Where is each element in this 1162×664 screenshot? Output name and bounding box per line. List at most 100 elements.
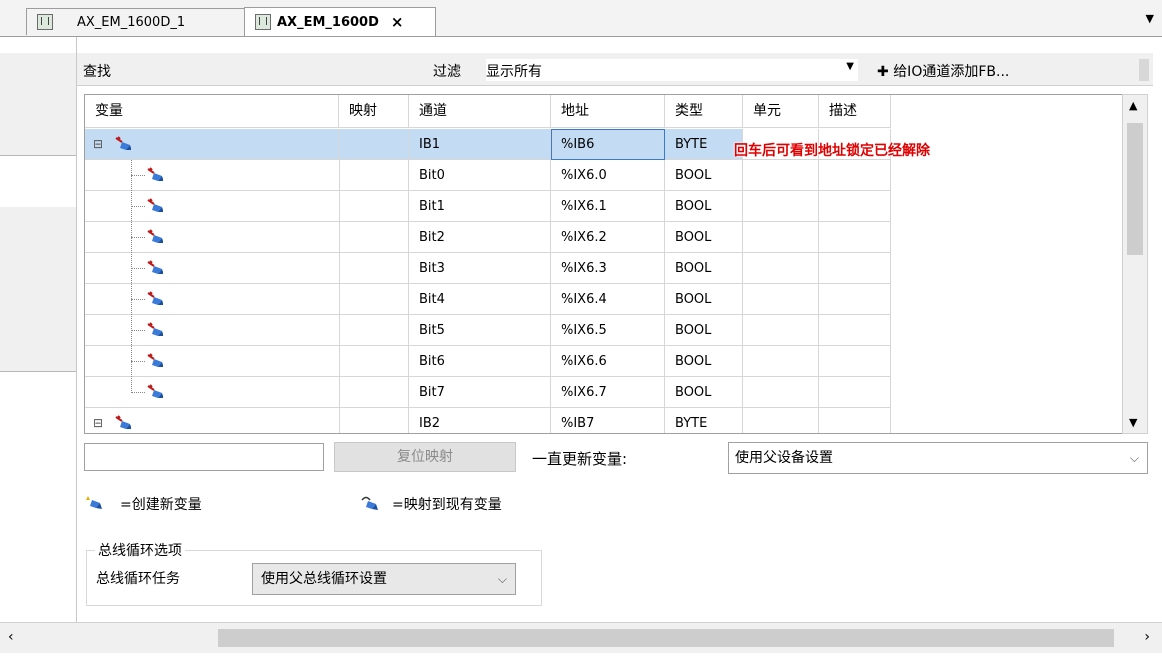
scrollbar-thumb[interactable]	[1127, 123, 1143, 255]
channel-cell[interactable]: Bit0	[409, 160, 551, 191]
variable-cell[interactable]	[85, 284, 339, 315]
col-header-address[interactable]: 地址	[551, 95, 665, 128]
description-cell[interactable]	[819, 408, 891, 433]
channel-cell[interactable]: IB2	[409, 408, 551, 433]
unit-cell[interactable]	[743, 346, 819, 377]
add-fb-button[interactable]: ✚ 给IO通道添加FB...	[877, 61, 1009, 81]
address-cell[interactable]: %IX6.7	[551, 377, 665, 408]
col-header-mapping[interactable]: 映射	[339, 95, 409, 128]
unit-cell[interactable]	[743, 377, 819, 408]
col-header-description[interactable]: 描述	[819, 95, 891, 128]
unit-cell[interactable]	[743, 408, 819, 433]
variable-cell[interactable]	[85, 191, 339, 222]
always-update-select[interactable]: 使用父设备设置 ⌵	[728, 442, 1148, 474]
unit-cell[interactable]	[743, 160, 819, 191]
table-row[interactable]: Bit4 %IX6.4 BOOL	[85, 284, 1123, 315]
mapping-cell[interactable]	[339, 315, 409, 346]
address-cell[interactable]: %IX6.4	[551, 284, 665, 315]
description-cell[interactable]	[819, 191, 891, 222]
unit-cell[interactable]	[743, 222, 819, 253]
scrollbar-thumb[interactable]	[218, 629, 1114, 647]
channel-cell[interactable]: Bit2	[409, 222, 551, 253]
variable-cell[interactable]	[85, 253, 339, 284]
type-cell[interactable]: BOOL	[665, 160, 743, 191]
horizontal-scrollbar[interactable]: ‹ ›	[0, 622, 1162, 653]
reset-mapping-button[interactable]: 复位映射	[334, 442, 516, 472]
address-cell[interactable]: %IB7	[551, 408, 665, 433]
description-cell[interactable]	[819, 160, 891, 191]
description-cell[interactable]	[819, 315, 891, 346]
mapping-cell[interactable]	[339, 191, 409, 222]
left-panel-tab[interactable]	[0, 263, 76, 312]
left-panel-tab[interactable]	[0, 311, 76, 372]
address-cell[interactable]: %IB6	[551, 129, 665, 160]
mapping-cell[interactable]	[339, 222, 409, 253]
close-icon[interactable]: ×	[391, 13, 404, 31]
address-cell[interactable]: %IX6.1	[551, 191, 665, 222]
channel-cell[interactable]: Bit6	[409, 346, 551, 377]
channel-cell[interactable]: IB1	[409, 129, 551, 160]
variable-cell[interactable]	[85, 222, 339, 253]
col-header-variable[interactable]: 变量	[85, 95, 339, 128]
description-cell[interactable]	[819, 222, 891, 253]
mapping-cell[interactable]	[339, 408, 409, 433]
type-cell[interactable]: BOOL	[665, 315, 743, 346]
col-header-type[interactable]: 类型	[665, 95, 743, 128]
mapping-cell[interactable]	[339, 253, 409, 284]
scroll-right-icon[interactable]: ›	[1144, 629, 1150, 645]
table-row[interactable]: Bit5 %IX6.5 BOOL	[85, 315, 1123, 346]
variable-cell[interactable]	[85, 160, 339, 191]
type-cell[interactable]: BYTE	[665, 129, 743, 160]
mapping-cell[interactable]	[339, 160, 409, 191]
description-cell[interactable]	[819, 346, 891, 377]
scroll-up-icon[interactable]: ▲	[1129, 99, 1137, 112]
variable-cell[interactable]: ⊟	[85, 129, 339, 160]
address-cell[interactable]: %IX6.5	[551, 315, 665, 346]
table-row[interactable]: Bit6 %IX6.6 BOOL	[85, 346, 1123, 377]
type-cell[interactable]: BOOL	[665, 346, 743, 377]
collapse-icon[interactable]: ⊟	[93, 408, 103, 433]
variable-cell[interactable]	[85, 377, 339, 408]
collapse-icon[interactable]: ⊟	[93, 129, 103, 160]
description-cell[interactable]	[819, 253, 891, 284]
scroll-down-icon[interactable]: ▼	[1129, 416, 1137, 429]
left-panel-tab[interactable]	[0, 97, 76, 156]
type-cell[interactable]: BOOL	[665, 222, 743, 253]
type-cell[interactable]: BOOL	[665, 284, 743, 315]
type-cell[interactable]: BOOL	[665, 253, 743, 284]
col-header-unit[interactable]: 单元	[743, 95, 819, 128]
channel-cell[interactable]: Bit4	[409, 284, 551, 315]
channel-cell[interactable]: Bit5	[409, 315, 551, 346]
search-label[interactable]: 查找	[83, 61, 111, 81]
toolbar-overflow-icon[interactable]	[1139, 59, 1149, 81]
channel-cell[interactable]: Bit3	[409, 253, 551, 284]
type-cell[interactable]: BOOL	[665, 191, 743, 222]
type-cell[interactable]: BOOL	[665, 377, 743, 408]
address-cell[interactable]: %IX6.6	[551, 346, 665, 377]
address-cell[interactable]: %IX6.0	[551, 160, 665, 191]
tab-ax-em-1600d-1[interactable]: AX_EM_1600D_1	[26, 8, 254, 35]
variable-cell[interactable]	[85, 346, 339, 377]
variable-cell[interactable]	[85, 315, 339, 346]
variable-cell[interactable]: ⊟	[85, 408, 339, 433]
address-cell[interactable]: %IX6.3	[551, 253, 665, 284]
tab-ax-em-1600d[interactable]: AX_EM_1600D ×	[244, 7, 436, 36]
col-header-channel[interactable]: 通道	[409, 95, 551, 128]
address-cell[interactable]: %IX6.2	[551, 222, 665, 253]
table-row[interactable]: Bit7 %IX6.7 BOOL	[85, 377, 1123, 408]
unit-cell[interactable]	[743, 191, 819, 222]
channel-cell[interactable]: Bit1	[409, 191, 551, 222]
table-row[interactable]: Bit0 %IX6.0 BOOL	[85, 160, 1123, 191]
left-panel-tab[interactable]	[0, 207, 76, 264]
tab-list-dropdown-icon[interactable]: ▼	[1146, 12, 1154, 25]
mapping-cell[interactable]	[339, 129, 409, 160]
mapping-cell[interactable]	[339, 284, 409, 315]
unit-cell[interactable]	[743, 284, 819, 315]
bus-cycle-task-select[interactable]: 使用父总线循环设置 ⌵	[252, 563, 516, 595]
filter-select[interactable]: 显示所有 ▼	[486, 59, 858, 81]
description-cell[interactable]	[819, 284, 891, 315]
type-cell[interactable]: BYTE	[665, 408, 743, 433]
scroll-left-icon[interactable]: ‹	[8, 629, 14, 645]
channel-cell[interactable]: Bit7	[409, 377, 551, 408]
left-panel-tab[interactable]	[0, 53, 76, 98]
